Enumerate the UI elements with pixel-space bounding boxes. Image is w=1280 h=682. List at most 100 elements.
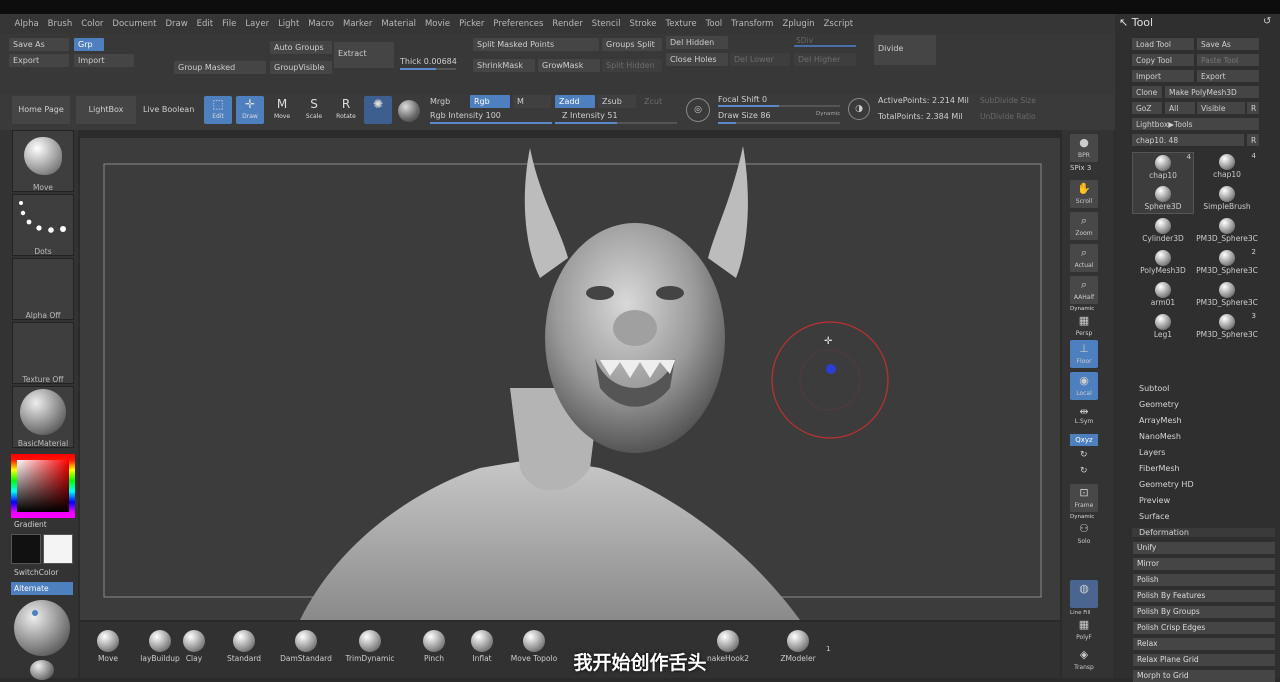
tool-section-surface[interactable]: Surface <box>1139 512 1169 521</box>
material-sphere-button[interactable]: ✺ <box>364 96 392 124</box>
alternate-button[interactable]: Alternate <box>11 582 73 595</box>
menu-marker[interactable]: Marker <box>339 19 377 29</box>
split-hidden-button[interactable]: Split Hidden <box>602 59 662 72</box>
zcut-button[interactable]: Zcut <box>640 95 678 108</box>
sdiv-slider[interactable] <box>794 45 856 47</box>
menu-macro[interactable]: Macro <box>304 19 339 29</box>
tool-section-fibermesh[interactable]: FiberMesh <box>1139 464 1180 473</box>
color-picker[interactable] <box>11 454 75 518</box>
bpr-button[interactable]: ● BPR <box>1070 134 1098 162</box>
tool-thumb[interactable]: arm01 <box>1132 280 1194 310</box>
menu-tool[interactable]: Tool <box>701 19 727 29</box>
tool-thumb[interactable]: Sphere3D <box>1132 184 1194 214</box>
divide-button[interactable]: Divide <box>874 35 936 65</box>
move-button[interactable]: M Move <box>268 96 296 124</box>
rgb-intensity-slider[interactable]: Rgb Intensity 100 <box>430 111 501 120</box>
persp-button[interactable]: ▦ Persp <box>1070 312 1098 340</box>
menu-document[interactable]: Document <box>108 19 161 29</box>
color-sphere-icon[interactable] <box>398 100 420 122</box>
mrgb-button[interactable]: Mrgb <box>430 97 450 106</box>
viewport-canvas[interactable]: ✛ <box>80 138 1060 620</box>
z-intensity-slider[interactable]: Z Intensity 51 <box>562 111 618 120</box>
deformation-unify[interactable]: Unify <box>1133 542 1275 554</box>
all-button[interactable]: All <box>1165 102 1195 114</box>
r-button-2[interactable]: R <box>1247 134 1259 146</box>
tool-thumb[interactable]: chap10 4 <box>1196 152 1258 182</box>
grp-button[interactable]: Grp <box>74 38 104 51</box>
rgb-button[interactable]: Rgb <box>470 95 510 108</box>
menu-movie[interactable]: Movie <box>420 19 454 29</box>
local-button[interactable]: ◉ Local <box>1070 372 1098 400</box>
r-button[interactable]: R <box>1247 102 1259 114</box>
rotate-button[interactable]: R Rotate <box>332 96 360 124</box>
del-higher-button[interactable]: Del Higher <box>794 53 856 66</box>
tool-thumb[interactable]: PM3D_Sphere3C 3 <box>1196 312 1258 342</box>
menu-light[interactable]: Light <box>274 19 304 29</box>
focal-icon[interactable]: ◎ <box>686 98 710 122</box>
sculpt-mode-icon[interactable]: ◑ <box>848 98 870 120</box>
lightbox-tools-button[interactable]: Lightbox▶Tools <box>1132 118 1259 130</box>
menu-zscript[interactable]: Zscript <box>819 19 858 29</box>
clone-button[interactable]: Clone <box>1132 86 1162 98</box>
tool-save-as-button[interactable]: Save As <box>1197 38 1259 50</box>
menu-color[interactable]: Color <box>77 19 108 29</box>
close-holes-button[interactable]: Close Holes <box>666 53 728 66</box>
tool-section-preview[interactable]: Preview <box>1139 496 1170 505</box>
tool-section-nanomesh[interactable]: NanoMesh <box>1139 432 1181 441</box>
deformation-polish-crisp-edges[interactable]: Polish Crisp Edges <box>1133 622 1275 634</box>
tool-section-arraymesh[interactable]: ArrayMesh <box>1139 416 1182 425</box>
stroke-thumbnail[interactable]: Dots <box>12 194 74 256</box>
copy-tool-button[interactable]: Copy Tool <box>1132 54 1194 66</box>
gradient-label[interactable]: Gradient <box>14 520 47 529</box>
menu-zplugin[interactable]: Zplugin <box>778 19 819 29</box>
home-page-button[interactable]: Home Page <box>12 96 70 124</box>
tool-section-deformation[interactable]: Deformation <box>1132 528 1275 537</box>
menu-file[interactable]: File <box>218 19 241 29</box>
scroll-button[interactable]: ✋ Scroll <box>1070 180 1098 208</box>
deformation-polish-by-features[interactable]: Polish By Features <box>1133 590 1275 602</box>
draw-size-slider[interactable]: Draw Size 86 <box>718 111 771 120</box>
rotate-y-icon[interactable]: ↻ <box>1080 450 1088 460</box>
edit-button[interactable]: ⬚ Edit <box>204 96 232 124</box>
lsym-button[interactable]: ⇹ L.Sym <box>1070 406 1098 428</box>
export-button[interactable]: Export <box>9 54 69 67</box>
draw-size-track[interactable] <box>718 122 840 124</box>
scale-button[interactable]: S Scale <box>300 96 328 124</box>
solo-button[interactable]: ⚇ Solo <box>1070 520 1098 548</box>
dynamic-label[interactable]: Dynamic <box>816 111 840 117</box>
save-as-button[interactable]: Save As <box>9 38 69 51</box>
extract-button[interactable]: Extract <box>334 42 394 68</box>
deformation-mirror[interactable]: Mirror <box>1133 558 1275 570</box>
tool-palette-header[interactable]: ↖ Tool <box>1119 16 1153 29</box>
actual-button[interactable]: ⌕ Actual <box>1070 244 1098 272</box>
lightbox-button[interactable]: LightBox <box>76 96 136 124</box>
thick-slider-track[interactable] <box>400 68 456 70</box>
frame-button[interactable]: ⊡ Frame <box>1070 484 1098 512</box>
alpha-thumbnail[interactable]: Alpha Off <box>12 258 74 320</box>
switch-color-button[interactable]: SwitchColor <box>14 568 58 577</box>
qxyz-button[interactable]: Qxyz <box>1070 434 1098 446</box>
undivide-ratio-slider[interactable]: UnDivide Ratio <box>980 112 1036 121</box>
z-intensity-track[interactable] <box>555 122 677 124</box>
menu-stroke[interactable]: Stroke <box>625 19 661 29</box>
brush-thumbnail[interactable]: Move <box>12 130 74 192</box>
zsub-button[interactable]: Zsub <box>598 95 636 108</box>
shrink-mask-button[interactable]: ShrinkMask <box>473 59 535 72</box>
tool-section-geometry-hd[interactable]: Geometry HD <box>1139 480 1194 489</box>
focal-shift-slider[interactable]: Focal Shift 0 <box>718 95 767 104</box>
tool-section-subtool[interactable]: Subtool <box>1139 384 1169 393</box>
grow-mask-button[interactable]: GrowMask <box>538 59 600 72</box>
tool-thumb[interactable]: PolyMesh3D <box>1132 248 1194 278</box>
goz-button[interactable]: GoZ <box>1132 102 1162 114</box>
tool-thumb[interactable]: Leg1 <box>1132 312 1194 342</box>
secondary-color-swatch[interactable] <box>11 534 41 564</box>
floor-button[interactable]: ⊥ Floor <box>1070 340 1098 368</box>
tool-thumb[interactable]: PM3D_Sphere3C 2 <box>1196 248 1258 278</box>
chap-tool-slider[interactable]: chap10. 48 <box>1132 134 1244 146</box>
menu-material[interactable]: Material <box>377 19 421 29</box>
import-button[interactable]: Import <box>74 54 134 67</box>
zoom-button[interactable]: ⌕ Zoom <box>1070 212 1098 240</box>
tool-section-layers[interactable]: Layers <box>1139 448 1165 457</box>
groups-split-button[interactable]: Groups Split <box>602 38 662 51</box>
live-boolean-button[interactable]: Live Boolean <box>139 96 197 124</box>
